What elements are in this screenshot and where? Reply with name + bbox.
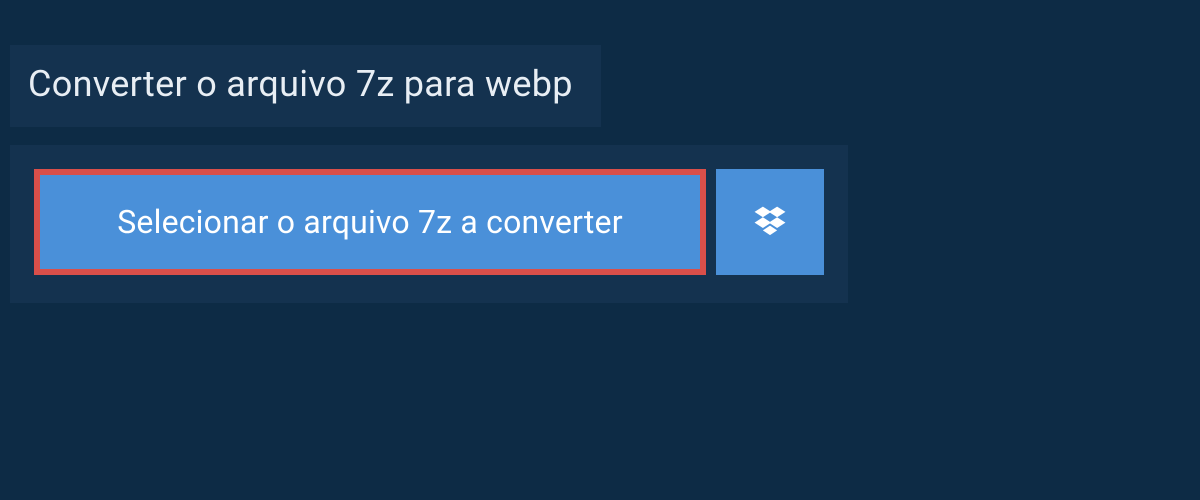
page-title: Converter o arquivo 7z para webp: [28, 63, 573, 105]
button-row: Selecionar o arquivo 7z a converter: [34, 169, 824, 275]
select-file-label: Selecionar o arquivo 7z a converter: [117, 203, 623, 241]
dropbox-icon: [751, 203, 789, 241]
page-header: Converter o arquivo 7z para webp: [10, 45, 601, 127]
select-file-button[interactable]: Selecionar o arquivo 7z a converter: [34, 169, 706, 275]
upload-panel: Selecionar o arquivo 7z a converter: [10, 145, 848, 303]
dropbox-button[interactable]: [716, 169, 824, 275]
